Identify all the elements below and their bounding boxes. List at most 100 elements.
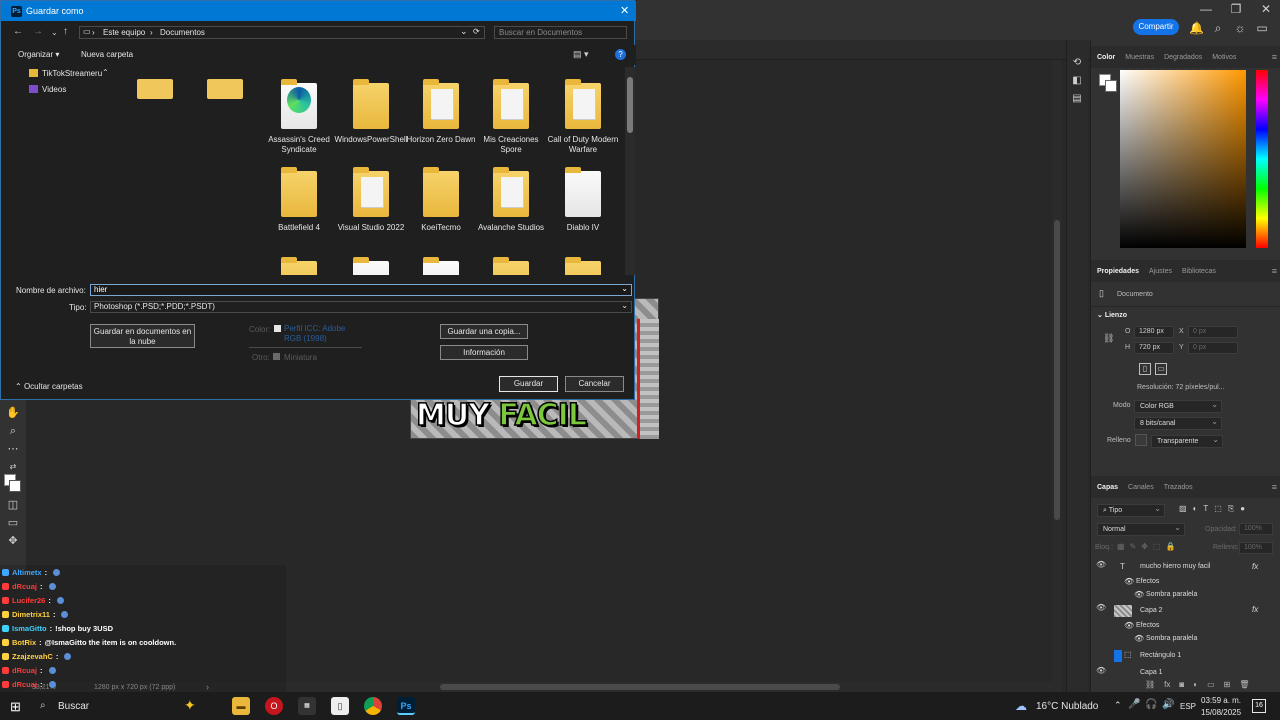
bits-select[interactable]: 8 bits/canal bbox=[1134, 416, 1222, 430]
lock-pixels-icon[interactable]: ✎ bbox=[1130, 542, 1137, 551]
breadcrumb-item[interactable]: Documentos bbox=[160, 28, 205, 37]
folder-item[interactable]: Call of Duty Modern Warfare bbox=[548, 75, 618, 159]
text-filter-icon[interactable]: T bbox=[1203, 504, 1208, 514]
folder-item[interactable]: Diablo IV bbox=[553, 163, 613, 247]
weather-text[interactable]: 16°C Nublado bbox=[1036, 701, 1098, 712]
more-tools-icon[interactable]: ⋯ bbox=[5, 442, 21, 456]
folder-item[interactable]: KoeiTecmo bbox=[411, 163, 471, 247]
layer-row[interactable]: 👁 T mucho hierro muy facil fx bbox=[1090, 560, 1270, 576]
tab-adjustments[interactable]: Ajustes bbox=[1149, 268, 1172, 275]
fx-icon[interactable]: fx bbox=[1252, 605, 1258, 614]
background-color-swatch[interactable] bbox=[9, 480, 21, 492]
headset-icon[interactable]: 🎧 bbox=[1145, 699, 1157, 710]
view-icon[interactable]: ▤ ▾ bbox=[573, 49, 589, 60]
close-icon[interactable]: ✕ bbox=[1258, 2, 1274, 16]
lock-transparency-icon[interactable]: ▦ bbox=[1117, 542, 1125, 551]
tab-paths[interactable]: Trazados bbox=[1164, 484, 1193, 491]
zoom-tool-icon[interactable]: ⌕ bbox=[5, 424, 21, 438]
folder-item[interactable] bbox=[411, 253, 471, 275]
search-icon[interactable]: ⌕ bbox=[40, 700, 46, 711]
language-indicator[interactable]: ESP bbox=[1180, 702, 1196, 711]
scroll-thumb[interactable] bbox=[1054, 220, 1060, 520]
folder-item[interactable]: Avalanche Studios bbox=[478, 163, 544, 247]
y-field[interactable]: 0 px bbox=[1188, 342, 1238, 354]
share-button[interactable]: Compartir bbox=[1133, 19, 1179, 35]
search-input[interactable]: Buscar en Documentos bbox=[494, 26, 627, 39]
folder-item[interactable]: WindowsPowerShell bbox=[335, 75, 407, 159]
back-icon[interactable]: ← bbox=[13, 26, 23, 37]
folder-item[interactable]: Visual Studio 2022 bbox=[338, 163, 404, 247]
swap-colors-icon[interactable]: ⇄ bbox=[5, 460, 21, 474]
horizontal-scroll-thumb[interactable] bbox=[440, 684, 840, 690]
chat-username[interactable]: dRcuaj bbox=[12, 582, 37, 591]
tab-properties[interactable]: Propiedades bbox=[1097, 268, 1139, 275]
layer-filter-select[interactable]: ⌕ Tipo bbox=[1097, 503, 1165, 517]
link-layers-icon[interactable]: ⛓ bbox=[1145, 680, 1155, 689]
fill-select[interactable]: Transparente bbox=[1151, 434, 1223, 448]
forward-icon[interactable]: → bbox=[33, 26, 43, 37]
tab-gradients[interactable]: Degradados bbox=[1164, 54, 1202, 61]
fx-menu-icon[interactable]: fx bbox=[1164, 680, 1170, 689]
save-copy-button[interactable]: Guardar una copia... bbox=[440, 324, 528, 339]
quick-mask-icon[interactable]: ◫ bbox=[5, 498, 21, 512]
fill-swatch[interactable] bbox=[1135, 434, 1147, 446]
group-icon[interactable]: ▭ bbox=[1207, 680, 1215, 689]
visibility-icon[interactable]: 👁 bbox=[1096, 603, 1106, 612]
scroll-thumb[interactable] bbox=[627, 77, 633, 133]
chat-username[interactable]: ZzajzevahC bbox=[12, 652, 53, 661]
notepad-icon[interactable]: ▯ bbox=[331, 697, 349, 715]
folder-item[interactable] bbox=[269, 253, 329, 275]
chat-username[interactable]: Lucifer26 bbox=[12, 596, 45, 605]
microphone-icon[interactable]: 🎤 bbox=[1128, 699, 1140, 710]
lock-artboard-icon[interactable]: ⬚ bbox=[1153, 542, 1161, 551]
mode-select[interactable]: Color RGB bbox=[1134, 399, 1222, 413]
panel-menu-icon[interactable]: ≡ bbox=[1272, 266, 1277, 276]
nav-item[interactable]: TikTokStreameru bbox=[42, 69, 102, 78]
save-button[interactable]: Guardar bbox=[499, 376, 558, 392]
info-button[interactable]: Información bbox=[440, 345, 528, 360]
height-field[interactable]: 720 px bbox=[1134, 342, 1174, 354]
type-select[interactable]: Photoshop (*.PSD;*.PDD;*.PSDT) ⌄ bbox=[90, 301, 632, 313]
up-icon[interactable]: ↑ bbox=[63, 26, 68, 37]
layer-effect-row[interactable]: 👁 Sombra paralela bbox=[1090, 588, 1270, 604]
filename-input[interactable]: hier ⌄ bbox=[90, 284, 632, 296]
chevron-down-icon[interactable]: ⌄ bbox=[621, 301, 628, 311]
folder-item[interactable]: Assassin's Creed Syndicate bbox=[268, 75, 330, 159]
tab-libraries[interactable]: Bibliotecas bbox=[1182, 268, 1216, 275]
folder-item[interactable]: Battlefield 4 bbox=[269, 163, 329, 247]
screen-mode-icon[interactable]: ▭ bbox=[5, 516, 21, 530]
layer-row[interactable]: 👁 Capa 1 bbox=[1090, 666, 1270, 678]
refresh-icon[interactable]: ⟳ bbox=[473, 27, 480, 36]
notifications-icon[interactable]: 16 bbox=[1252, 699, 1266, 713]
chat-username[interactable]: dRcuaj bbox=[12, 666, 37, 675]
canvas-section-title[interactable]: ⌄ Lienzo bbox=[1097, 311, 1127, 319]
trash-icon[interactable]: 🗑 bbox=[1239, 680, 1249, 689]
filter-toggle-icon[interactable]: ● bbox=[1240, 504, 1245, 514]
hide-folders-toggle[interactable]: ⌃ Ocultar carpetas bbox=[15, 382, 83, 391]
effect-visibility-icon[interactable]: 👁 bbox=[1134, 590, 1144, 599]
landscape-icon[interactable]: ▭ bbox=[1155, 363, 1167, 375]
restore-icon[interactable]: ❐ bbox=[1228, 2, 1244, 16]
chat-username[interactable]: Dimetrix11 bbox=[12, 610, 50, 619]
organize-menu[interactable]: Organizar ▾ bbox=[18, 50, 59, 59]
folder-icon[interactable] bbox=[207, 79, 243, 99]
hand-tool-icon[interactable]: ✋ bbox=[5, 406, 21, 420]
layer-row[interactable]: 👁 Capa 2 fx bbox=[1090, 603, 1270, 619]
tab-patterns[interactable]: Motivos bbox=[1212, 54, 1236, 61]
thumbnail-checkbox[interactable] bbox=[273, 353, 280, 360]
folder-item[interactable] bbox=[341, 253, 401, 275]
adjustment-filter-icon[interactable]: ◐ bbox=[1193, 504, 1198, 514]
new-folder-button[interactable]: Nueva carpeta bbox=[81, 50, 133, 59]
adjustment-layer-icon[interactable]: ◐ bbox=[1193, 680, 1198, 689]
mask-icon[interactable]: ◙ bbox=[1179, 680, 1184, 689]
chat-username[interactable]: dRcuaj bbox=[12, 680, 37, 689]
folder-icon[interactable] bbox=[137, 79, 173, 99]
chevron-up-icon[interactable]: ⌃ bbox=[102, 68, 109, 77]
adjust-icon[interactable]: ◧ bbox=[1070, 74, 1084, 88]
minimize-icon[interactable]: — bbox=[1198, 2, 1214, 16]
recent-chevron-icon[interactable]: ⌄ bbox=[51, 28, 58, 37]
windows-start-icon[interactable]: ⊞ bbox=[10, 699, 21, 715]
chat-username[interactable]: IsmaGitto bbox=[12, 624, 47, 633]
new-layer-icon[interactable]: ⊞ bbox=[1224, 680, 1231, 689]
effect-visibility-icon[interactable]: 👁 bbox=[1134, 634, 1144, 643]
